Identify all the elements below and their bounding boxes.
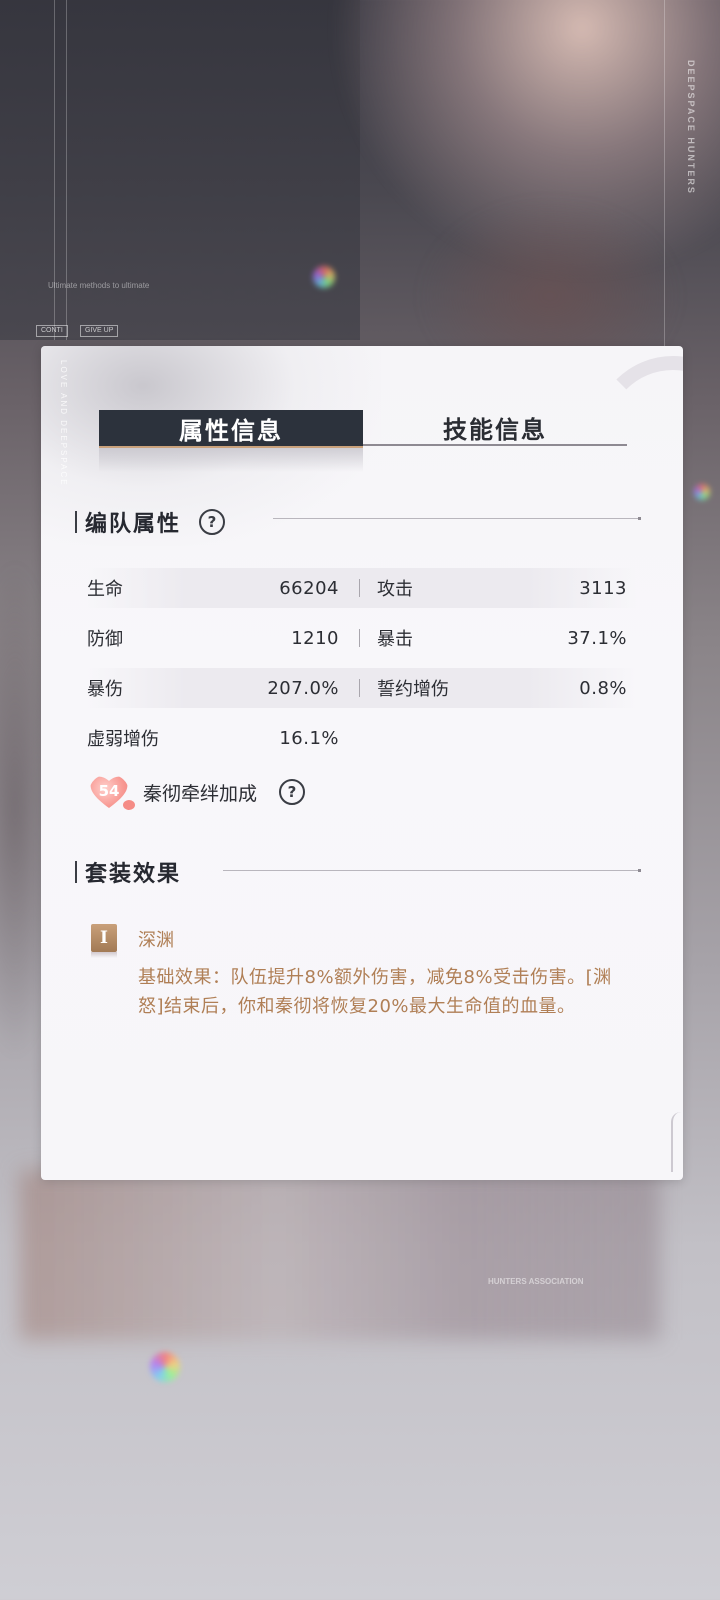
stat-hp: 生命 66204 [87,568,339,608]
badge-shadow [91,952,117,958]
heart-icon: 54 [87,772,135,812]
stat-vow-dmg: 誓约增伤 0.8% [377,668,627,708]
panel-vertical-text: LOVE AND DEEPSPACE [59,360,68,487]
stat-def: 防御 1210 [87,618,339,658]
background-cards [20,1170,660,1340]
section-divider [273,517,641,520]
section-divider [223,869,641,872]
mini-heart-icon [123,800,135,810]
stat-divider [359,629,360,647]
bond-label: 秦彻牵绊加成 [143,782,258,805]
stat-value: 1210 [291,627,339,649]
background-caption: Ultimate methods to ultimate [48,281,150,290]
stat-row: 防御 1210 暴击 37.1% [87,618,637,658]
stat-weak-dmg: 虚弱增伤 16.1% [87,718,339,758]
prism-sparkle-icon [313,266,335,288]
stat-crit-dmg: 暴伤 207.0% [87,668,339,708]
stat-row: 虚弱增伤 16.1% [87,718,637,758]
stat-atk: 攻击 3113 [377,568,627,608]
set-description: 基础效果：队伍提升8%额外伤害，减免8%受击伤害。[渊怒]结束后，你和秦彻将恢复… [138,967,612,1017]
stat-label: 生命 [87,579,123,600]
stat-label: 誓约增伤 [377,679,449,700]
prism-sparkle-icon [150,1352,180,1382]
stat-divider [359,579,360,597]
stat-crit-rate: 暴击 37.1% [377,618,627,658]
stat-label: 攻击 [377,579,413,600]
panel-corner-decoration [671,1112,681,1172]
character-info-panel: LOVE AND DEEPSPACE 属性信息 技能信息 编队属性 ? 生命 6… [41,346,683,1180]
section-marker [75,511,77,533]
set-tier-badge: I [91,924,117,952]
stat-label: 暴伤 [87,679,123,700]
prism-sparkle-icon [694,484,710,500]
question-icon[interactable]: ? [199,509,226,535]
tab-skills[interactable]: 技能信息 [363,410,627,446]
stat-label: 防御 [87,629,123,650]
set-effect-header: 套装效果 [75,856,181,888]
question-icon[interactable]: ? [279,779,306,805]
stat-label: 暴击 [377,629,413,650]
team-attributes-title: 编队属性 [85,512,182,537]
stat-row: 生命 66204 攻击 3113 [87,568,637,608]
stat-value: 66204 [279,577,339,599]
background-tag: GIVE UP [80,325,119,337]
set-name: 深渊 [138,930,174,951]
stat-value: 3113 [579,577,627,599]
background-figure [420,200,680,360]
hunters-association-text: HUNTERS ASSOCIATION [488,1277,584,1286]
stat-label: 虚弱增伤 [87,729,159,750]
stat-value: 207.0% [267,677,339,699]
deepspace-brand-text: DEEPSPACE HUNTERS [686,60,696,195]
bond-level: 54 [98,782,120,800]
stat-row: 暴伤 207.0% 誓约增伤 0.8% [87,668,637,708]
background-line [664,0,665,350]
set-effect-title: 套装效果 [85,862,182,887]
tab-attributes[interactable]: 属性信息 [99,410,363,448]
section-marker [75,861,77,883]
stat-divider [359,679,360,697]
background-tag: CONTI [36,325,68,337]
tab-shadow [99,446,363,472]
bond-bonus: 54 秦彻牵绊加成 ? [87,772,306,812]
team-attributes-header: 编队属性 ? [75,506,226,538]
stat-value: 0.8% [579,677,627,699]
stat-value: 37.1% [567,627,627,649]
stat-value: 16.1% [279,727,339,749]
